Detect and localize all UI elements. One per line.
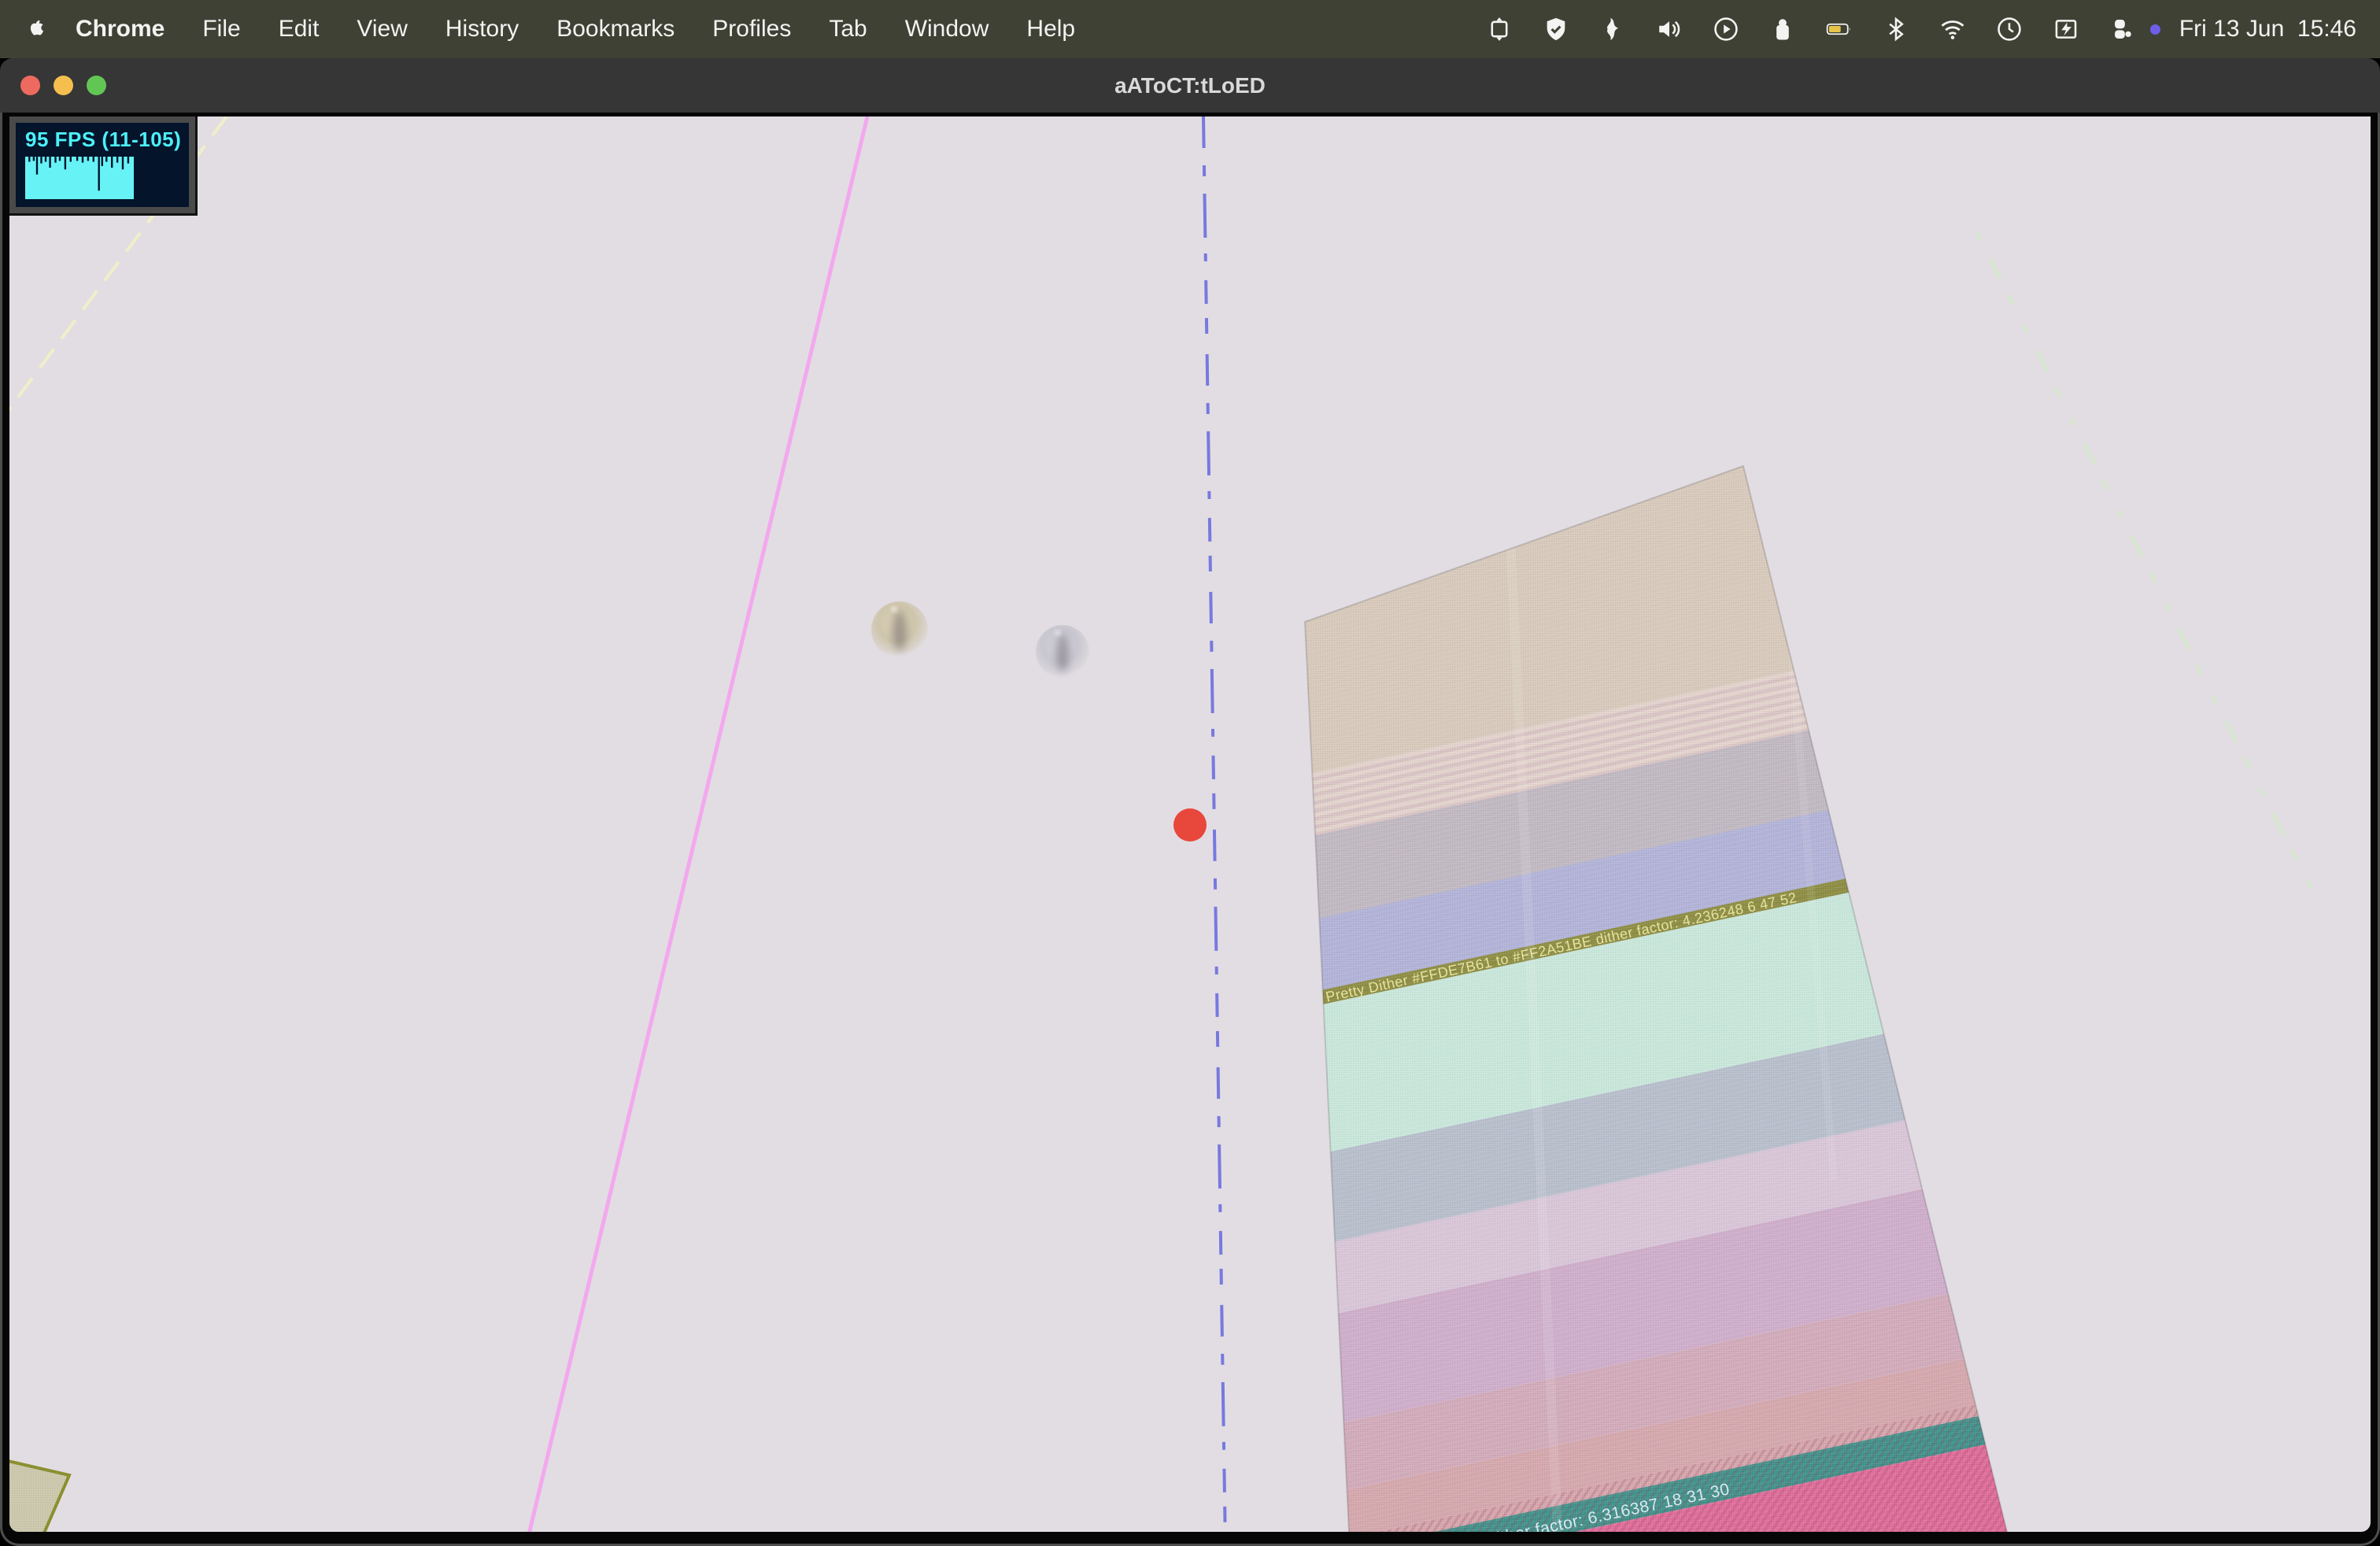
clock-icon[interactable] — [1994, 14, 2024, 44]
left-eye-sphere — [871, 601, 928, 658]
menu-item-window[interactable]: Window — [886, 16, 1008, 42]
window-title: aAToCT:tLoED — [0, 73, 2380, 98]
3d-box-icon[interactable] — [1484, 14, 1514, 44]
menu-item-view[interactable]: View — [338, 16, 426, 42]
magenta-line — [526, 117, 867, 1532]
battery-icon[interactable] — [1824, 14, 1854, 44]
user-switch-icon[interactable] — [2108, 14, 2138, 44]
chrome-window: aAToCT:tLoED — [0, 58, 2380, 1546]
fps-stats-panel[interactable]: 95 FPS (11-105) — [9, 117, 195, 213]
map-pin-icon[interactable] — [1768, 14, 1798, 44]
fps-label: 95 FPS (11-105) — [25, 128, 181, 152]
right-eye-sphere — [1036, 625, 1089, 679]
blue-dashed-line — [1203, 117, 1225, 1532]
wifi-icon[interactable] — [1938, 14, 1968, 44]
menu-item-profiles[interactable]: Profiles — [693, 16, 810, 42]
cursor-red-dot — [1173, 808, 1207, 841]
menu-item-history[interactable]: History — [427, 16, 538, 42]
recording-indicator-dot — [2150, 24, 2160, 35]
menu-item-help[interactable]: Help — [1007, 16, 1094, 42]
apple-logo-icon[interactable] — [27, 17, 50, 41]
menubar-clock[interactable]: Fri 13 Jun 15:46 — [2179, 16, 2356, 43]
fps-graph — [25, 157, 134, 199]
dither-structure: Pretty Dither #FFDE7B61 to #FF2A51BE dit… — [1007, 246, 2371, 1532]
corner-khaki-quad — [9, 1461, 69, 1532]
menu-items: ChromeFileEditViewHistoryBookmarksProfil… — [71, 16, 1094, 43]
window-body: Pretty Dither #FFDE7B61 to #FF2A51BE dit… — [0, 113, 2380, 1546]
guide-lines — [9, 117, 2315, 1532]
shield-check-icon[interactable] — [1541, 14, 1571, 44]
menu-item-tab[interactable]: Tab — [810, 16, 885, 42]
scene: Pretty Dither #FFDE7B61 to #FF2A51BE dit… — [9, 117, 2371, 1532]
play-circle-icon[interactable] — [1711, 14, 1741, 44]
status-icons — [1484, 14, 2160, 44]
swirl-icon[interactable] — [1598, 14, 1628, 44]
screen-lightning-icon[interactable] — [2051, 14, 2081, 44]
bluetooth-icon[interactable] — [1881, 14, 1911, 44]
menu-item-chrome[interactable]: Chrome — [71, 16, 183, 42]
menu-item-edit[interactable]: Edit — [260, 16, 338, 42]
green-dashed-line — [1977, 233, 2315, 897]
menubar: ChromeFileEditViewHistoryBookmarksProfil… — [0, 0, 2380, 58]
menu-item-file[interactable]: File — [183, 16, 259, 42]
window-titlebar[interactable]: aAToCT:tLoED — [0, 58, 2380, 113]
menu-item-bookmarks[interactable]: Bookmarks — [538, 16, 693, 42]
volume-icon[interactable] — [1654, 14, 1684, 44]
webgl-canvas[interactable]: Pretty Dither #FFDE7B61 to #FF2A51BE dit… — [9, 117, 2371, 1532]
